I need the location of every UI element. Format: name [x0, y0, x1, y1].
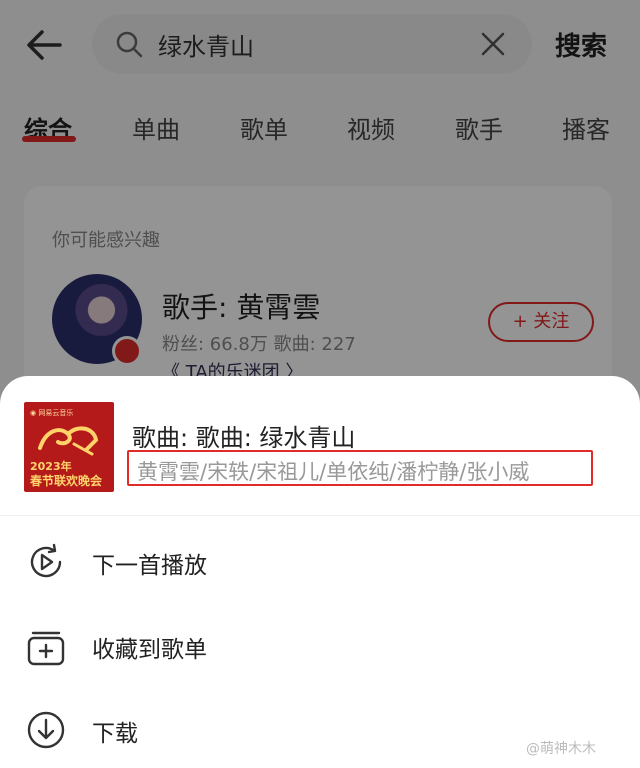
add-to-playlist-label: 收藏到歌单	[92, 637, 207, 663]
cover-logo-icon	[38, 426, 99, 456]
download-label: 下载	[92, 721, 138, 747]
song-artists[interactable]: 黄霄雲/宋轶/宋祖儿/单依纯/潘柠静/张小威	[137, 456, 529, 486]
play-next-action[interactable]: 下一首播放	[0, 522, 640, 606]
song-action-sheet: ◉ 网易云音乐 2023年 春节联欢晚会 歌曲: 歌曲: 绿水青山 黄霄雲/宋轶…	[0, 376, 640, 768]
cover-top-text: ◉ 网易云音乐	[30, 409, 74, 417]
play-next-label: 下一首播放	[92, 553, 207, 579]
add-to-playlist-icon	[27, 631, 65, 666]
artists-highlight-box: 黄霄雲/宋轶/宋祖儿/单依纯/潘柠静/张小威	[127, 450, 593, 486]
album-cover: ◉ 网易云音乐 2023年 春节联欢晚会	[24, 402, 114, 492]
cover-caption: 春节联欢晚会	[30, 474, 103, 488]
song-header: ◉ 网易云音乐 2023年 春节联欢晚会 歌曲: 歌曲: 绿水青山 黄霄雲/宋轶…	[0, 376, 640, 516]
play-next-icon	[30, 543, 62, 578]
download-icon	[27, 711, 65, 749]
song-title: 歌曲: 歌曲: 绿水青山	[132, 424, 356, 452]
add-to-playlist-action[interactable]: 收藏到歌单	[0, 606, 640, 690]
watermark: @萌神木木	[526, 741, 596, 757]
